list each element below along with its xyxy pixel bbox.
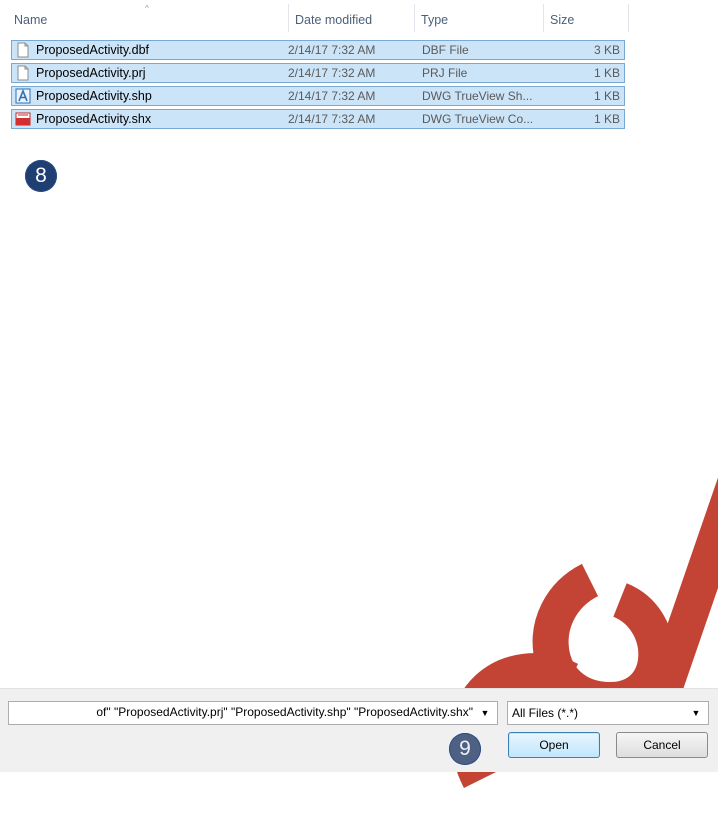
dialog-bottom-bar: of" "ProposedActivity.prj" "ProposedActi… — [0, 688, 718, 772]
sort-ascending-icon: ^ — [145, 4, 149, 13]
file-row-dbf[interactable]: ProposedActivity.dbf 2/14/17 7:32 AM DBF… — [11, 40, 625, 60]
file-name: ProposedActivity.dbf — [36, 43, 150, 57]
column-date-header[interactable]: Date modified — [289, 0, 414, 36]
open-button[interactable]: Open — [508, 732, 600, 758]
column-size-header[interactable]: Size — [544, 0, 628, 36]
file-name: ProposedActivity.shp — [36, 89, 152, 103]
file-type-value: All Files (*.*) — [512, 706, 579, 720]
file-type: PRJ File — [422, 66, 468, 80]
file-name-value: of" "ProposedActivity.prj" "ProposedActi… — [96, 705, 473, 719]
column-divider[interactable] — [628, 4, 629, 32]
file-type-dropdown[interactable]: All Files (*.*) ▼ — [507, 701, 709, 725]
generic-file-icon — [15, 65, 31, 81]
file-type: DWG TrueView Sh... — [422, 89, 533, 103]
file-size: 3 KB — [593, 43, 620, 57]
file-size: 1 KB — [593, 112, 620, 126]
file-size: 1 KB — [593, 66, 620, 80]
cancel-button[interactable]: Cancel — [616, 732, 708, 758]
file-row-prj[interactable]: ProposedActivity.prj 2/14/17 7:32 AM PRJ… — [11, 63, 625, 83]
file-name-combobox[interactable]: of" "ProposedActivity.prj" "ProposedActi… — [8, 701, 498, 725]
step-callout-badge: 8 — [25, 160, 57, 192]
file-type: DBF File — [422, 43, 469, 57]
file-row-shp[interactable]: ProposedActivity.shp 2/14/17 7:32 AM DWG… — [11, 86, 625, 106]
shx-file-icon — [15, 111, 31, 127]
file-name: ProposedActivity.shx — [36, 112, 152, 126]
file-date: 2/14/17 7:32 AM — [288, 43, 376, 57]
file-date: 2/14/17 7:32 AM — [288, 89, 376, 103]
file-name: ProposedActivity.prj — [36, 66, 146, 80]
column-type-header[interactable]: Type — [415, 0, 543, 36]
file-date: 2/14/17 7:32 AM — [288, 66, 376, 80]
file-size: 1 KB — [593, 89, 620, 103]
generic-file-icon — [15, 42, 31, 58]
chevron-down-icon[interactable]: ▼ — [686, 702, 706, 724]
chevron-down-icon[interactable]: ▼ — [475, 702, 495, 724]
column-header: Name ^ Date modified Type Size — [0, 0, 718, 36]
step-callout-badge: 9 — [449, 733, 481, 765]
file-row-shx[interactable]: ProposedActivity.shx 2/14/17 7:32 AM DWG… — [11, 109, 625, 129]
dwg-trueview-shape-icon — [15, 88, 31, 104]
file-type: DWG TrueView Co... — [422, 112, 534, 126]
file-date: 2/14/17 7:32 AM — [288, 112, 376, 126]
